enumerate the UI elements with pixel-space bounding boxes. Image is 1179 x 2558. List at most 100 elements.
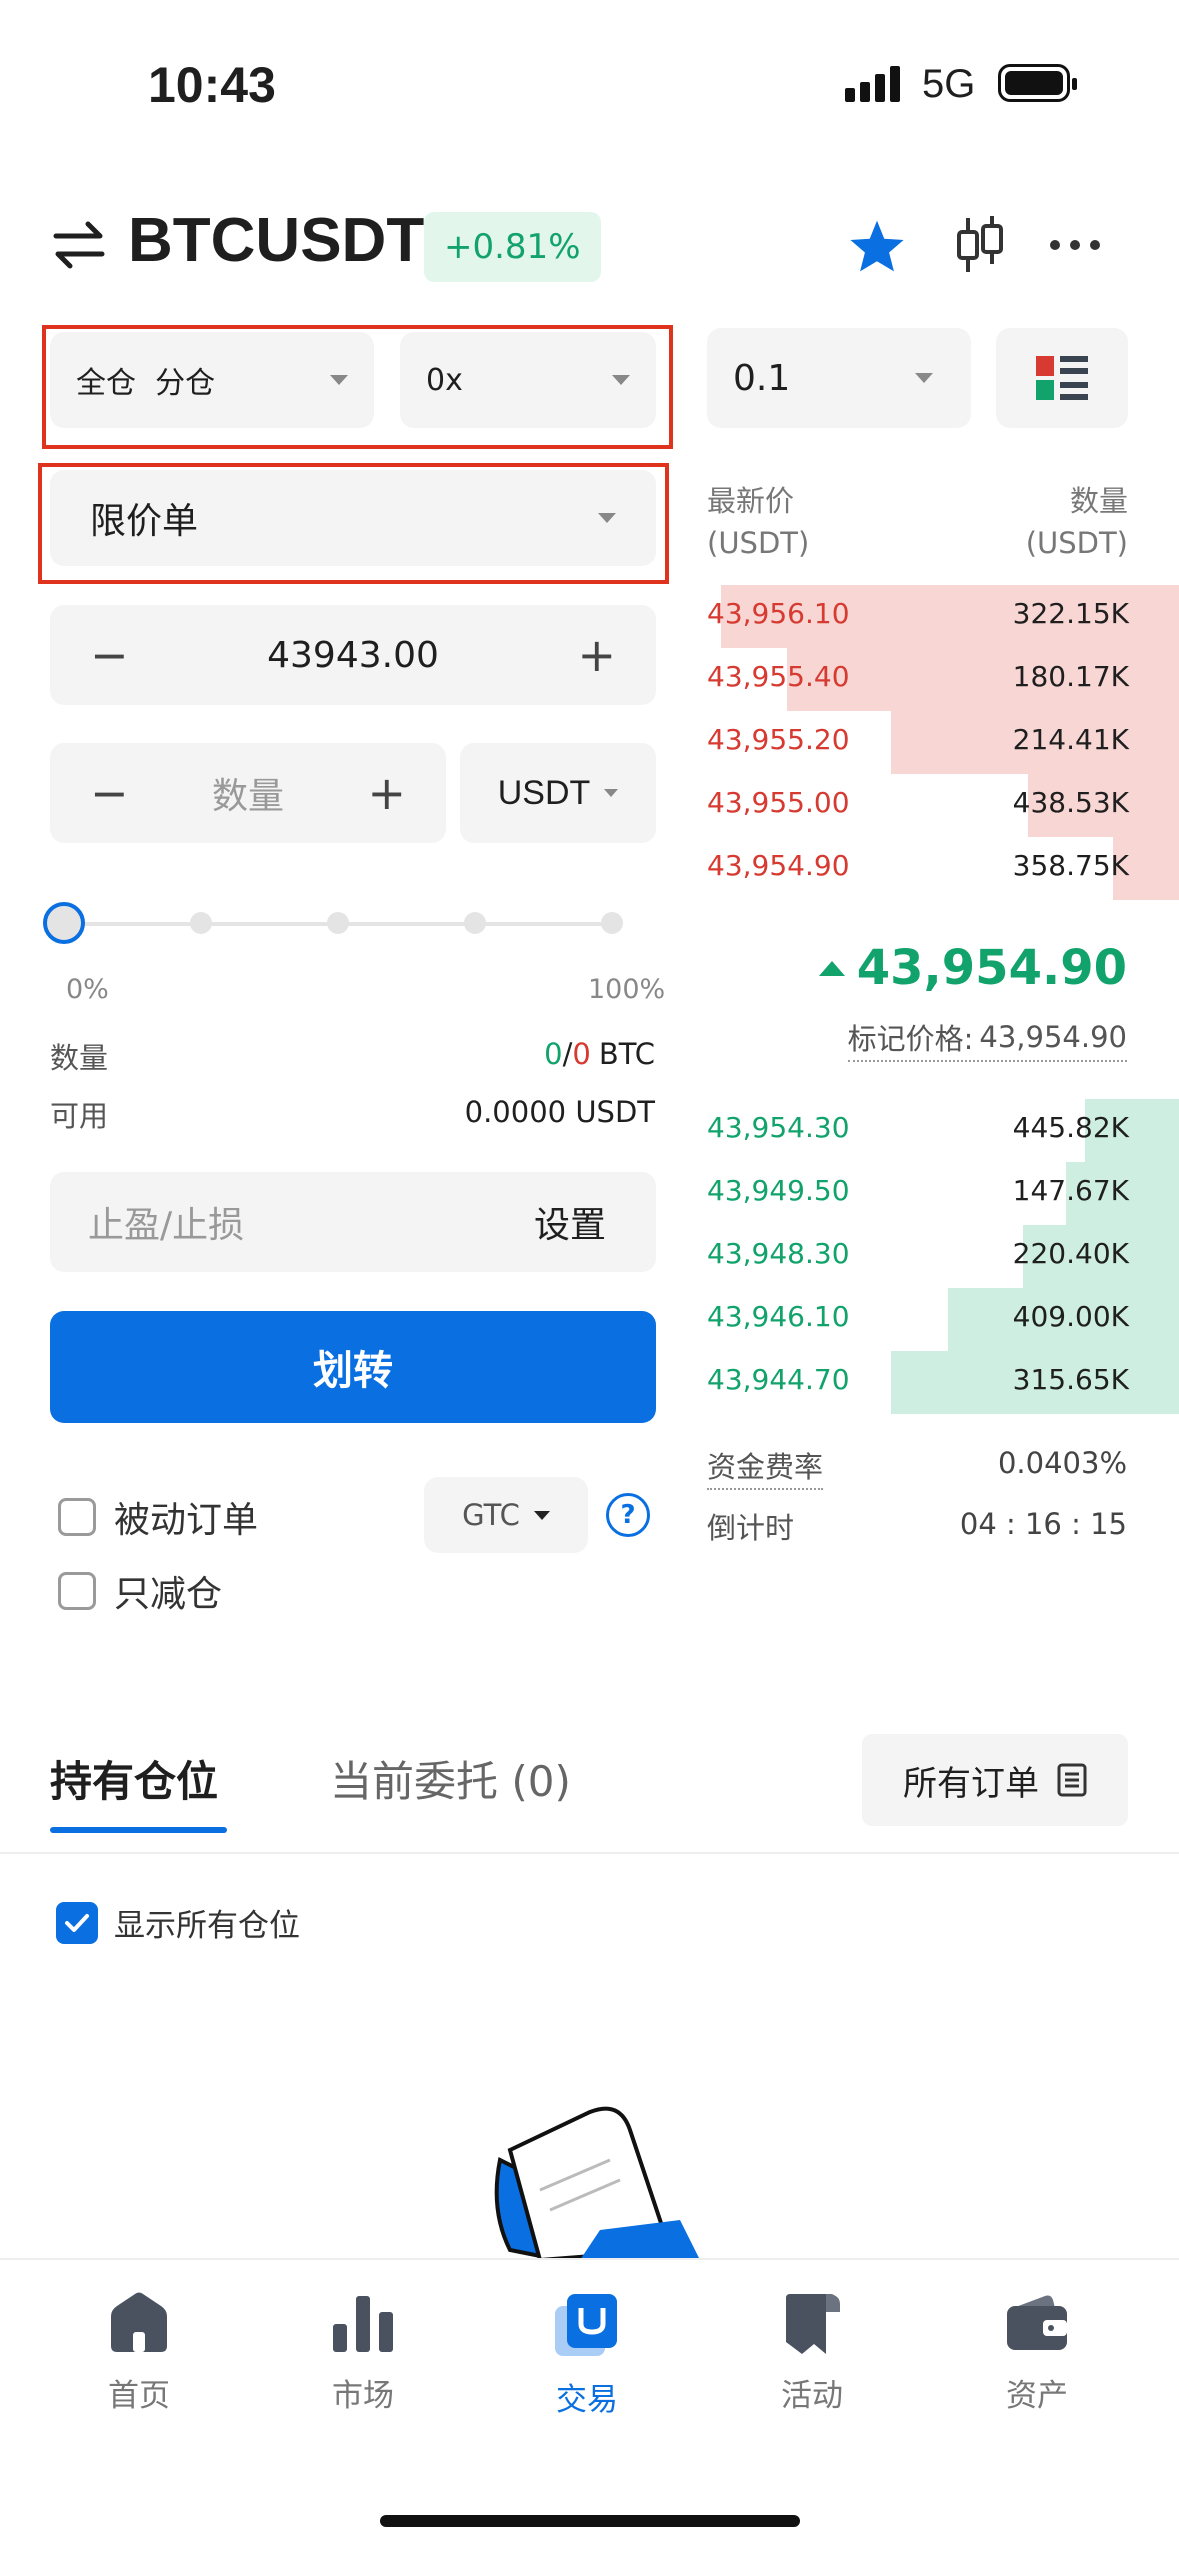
nav-market[interactable]: 市场 <box>288 2290 438 2415</box>
document-icon <box>1057 1763 1087 1797</box>
tpsl-label: 止盈/止损 <box>88 1205 245 1246</box>
chevron-down-icon <box>915 373 933 383</box>
signal-icon <box>845 66 900 102</box>
precision-value: 0.1 <box>733 357 791 399</box>
slider-tick <box>190 912 212 934</box>
order-type-select[interactable]: 限价单 <box>50 470 656 566</box>
market-icon <box>333 2296 393 2352</box>
ask-amount: 180.17K <box>1012 660 1129 693</box>
home-icon <box>111 2292 167 2352</box>
mark-price-label: 标记价格: <box>847 1022 974 1056</box>
bid-row[interactable]: 43,944.70 315.65K <box>707 1351 1179 1414</box>
more-icon[interactable] <box>1050 240 1100 250</box>
margin-mode-select[interactable]: 全仓 分仓 <box>50 332 374 428</box>
last-price-value: 43,954.90 <box>856 940 1127 996</box>
home-indicator <box>380 2515 800 2527</box>
quantity-stepper[interactable]: − 数量 + <box>50 743 446 843</box>
ask-price: 43,956.10 <box>707 597 850 630</box>
ask-row[interactable]: 43,955.00 438.53K <box>707 774 1179 837</box>
reduce-only-checkbox[interactable]: 只减仓 <box>58 1565 222 1617</box>
ask-row[interactable]: 43,956.10 322.15K <box>707 585 1179 648</box>
slider-tick <box>601 912 623 934</box>
quantity-input[interactable]: 数量 <box>212 767 284 819</box>
chevron-down-icon <box>612 375 630 385</box>
slider-handle[interactable] <box>43 902 85 944</box>
status-time: 10:43 <box>148 57 276 113</box>
minus-icon[interactable]: − <box>90 766 129 820</box>
ask-amount: 358.75K <box>1012 849 1129 882</box>
qty-unit: BTC <box>598 1037 655 1071</box>
bid-amount: 147.67K <box>1012 1174 1129 1207</box>
bid-row[interactable]: 43,949.50 147.67K <box>707 1162 1179 1225</box>
mark-price[interactable]: 标记价格: 43,954.90 <box>847 1016 1127 1062</box>
tabs-divider <box>0 1852 1179 1854</box>
post-only-label: 被动订单 <box>114 1500 259 1541</box>
activity-icon <box>786 2294 840 2354</box>
swap-pair-icon[interactable] <box>52 220 106 270</box>
tab-positions[interactable]: 持有仓位 <box>50 1748 227 1833</box>
transfer-button[interactable]: 划转 <box>50 1311 656 1423</box>
price-input[interactable]: 43943.00 <box>267 635 439 676</box>
bid-amount: 220.40K <box>1012 1237 1129 1270</box>
all-orders-label: 所有订单 <box>903 1763 1039 1804</box>
assets-icon <box>1007 2295 1067 2350</box>
bid-price: 43,944.70 <box>707 1363 850 1396</box>
plus-icon[interactable]: + <box>367 766 406 820</box>
trade-icon <box>555 2294 617 2356</box>
nav-home[interactable]: 首页 <box>64 2290 214 2415</box>
qty-info-label: 数量 <box>50 1041 109 1075</box>
nav-trade-label: 交易 <box>556 2382 618 2418</box>
price-stepper[interactable]: − 43943.00 + <box>50 605 656 705</box>
chevron-down-icon <box>533 1510 550 1520</box>
nav-assets[interactable]: 资产 <box>962 2290 1112 2415</box>
ask-amount: 322.15K <box>1012 597 1129 630</box>
tif-select[interactable]: GTC <box>424 1477 588 1553</box>
star-icon[interactable] <box>848 218 906 278</box>
triangle-up-icon <box>818 960 845 976</box>
amount-slider[interactable] <box>43 902 623 944</box>
tpsl-set-button[interactable]: 设置 <box>534 1196 606 1248</box>
leverage-select[interactable]: 0x <box>400 332 656 428</box>
ask-amount: 214.41K <box>1012 723 1129 756</box>
symbol-title[interactable]: BTCUSDT <box>128 205 424 276</box>
help-icon[interactable]: ? <box>606 1493 650 1537</box>
unit-select[interactable]: USDT <box>460 743 656 843</box>
precision-select[interactable]: 0.1 <box>707 328 971 428</box>
unit-label: USDT <box>497 773 591 812</box>
ask-row[interactable]: 43,955.40 180.17K <box>707 648 1179 711</box>
checkbox-box[interactable] <box>58 1572 96 1610</box>
candlestick-icon[interactable] <box>954 214 1006 280</box>
orderbook-layout-icon[interactable] <box>996 328 1128 428</box>
nav-assets-label: 资产 <box>1006 2378 1068 2414</box>
bid-row[interactable]: 43,948.30 220.40K <box>707 1225 1179 1288</box>
minus-icon[interactable]: − <box>90 628 129 682</box>
bid-price: 43,946.10 <box>707 1300 850 1333</box>
funding-rate-value: 0.0403% <box>997 1446 1127 1480</box>
funding-rate-label[interactable]: 资金费率 <box>707 1444 824 1490</box>
nav-trade[interactable]: 交易 <box>512 2290 662 2419</box>
bid-price: 43,948.30 <box>707 1237 850 1270</box>
bid-amount: 315.65K <box>1012 1363 1129 1396</box>
slider-min-label: 0% <box>66 974 109 1005</box>
plus-icon[interactable]: + <box>577 628 616 682</box>
bid-row[interactable]: 43,954.30 445.82K <box>707 1099 1179 1162</box>
show-all-positions-checkbox[interactable]: 显示所有仓位 <box>56 1900 300 1945</box>
tpsl-row[interactable]: 止盈/止损 设置 <box>50 1172 656 1272</box>
nav-activity[interactable]: 活动 <box>737 2290 887 2415</box>
slider-tick <box>464 912 486 934</box>
bid-row[interactable]: 43,946.10 409.00K <box>707 1288 1179 1351</box>
nav-home-label: 首页 <box>108 2378 170 2414</box>
margin-mode-label: 全仓 分仓 <box>76 366 216 401</box>
ask-row[interactable]: 43,955.20 214.41K <box>707 711 1179 774</box>
checkbox-box[interactable] <box>58 1498 96 1536</box>
slider-tick <box>327 912 349 934</box>
chevron-down-icon <box>330 375 348 385</box>
ask-row[interactable]: 43,954.90 358.75K <box>707 837 1179 900</box>
empty-state-illustration <box>470 2100 700 2264</box>
check-icon[interactable] <box>56 1901 98 1944</box>
ob-price-header: 最新价 (USDT) <box>707 484 810 560</box>
tab-open-orders[interactable]: 当前委托 (0) <box>330 1748 571 1809</box>
all-orders-button[interactable]: 所有订单 <box>862 1734 1128 1826</box>
post-only-checkbox[interactable]: 被动订单 <box>58 1491 258 1543</box>
tab-open-orders-label: 当前委托 (0) <box>330 1757 571 1806</box>
